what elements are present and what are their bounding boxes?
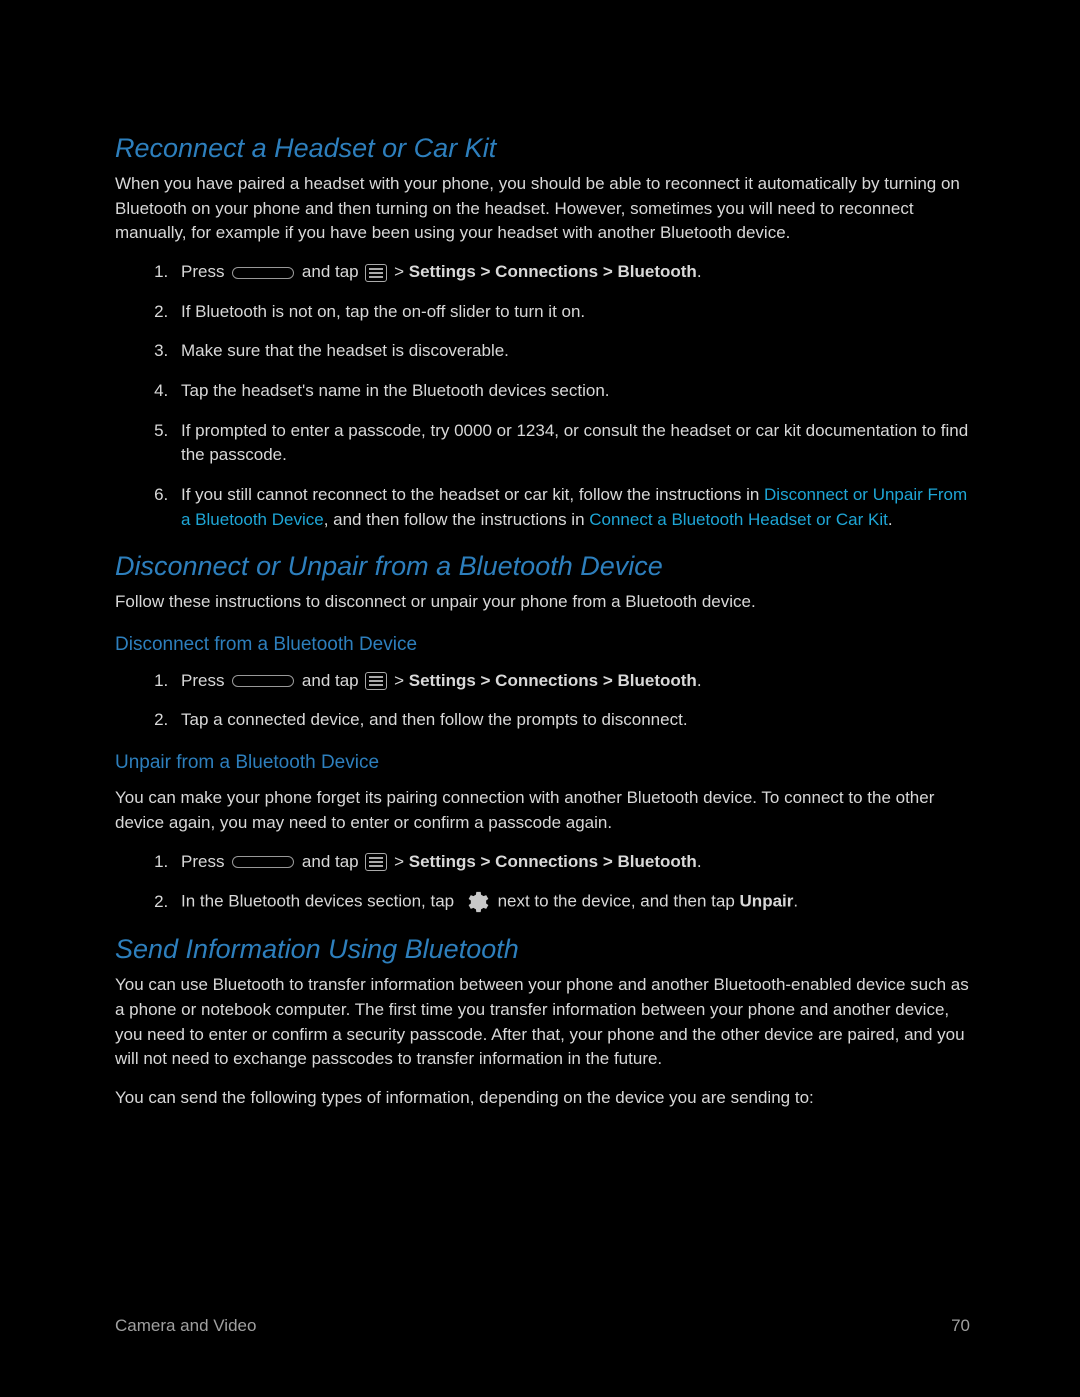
step-item: If Bluetooth is not on, tap the on-off s… (173, 300, 970, 325)
text: In the Bluetooth devices section, tap (181, 892, 459, 911)
text: . (697, 852, 702, 871)
heading-reconnect: Reconnect a Headset or Car Kit (115, 129, 970, 168)
text: . (888, 510, 893, 529)
step-item: In the Bluetooth devices section, tap ne… (173, 889, 970, 915)
footer-section-title: Camera and Video (115, 1314, 256, 1339)
heading-send-info: Send Information Using Bluetooth (115, 930, 970, 969)
reconnect-steps: Press and tap > Settings > Connections >… (115, 260, 970, 532)
nav-path: Settings > Connections > Bluetooth (409, 262, 697, 281)
disconnect-steps: Press and tap > Settings > Connections >… (115, 669, 970, 733)
text: . (793, 892, 798, 911)
unpair-label: Unpair (740, 892, 794, 911)
text: . (697, 671, 702, 690)
home-button-icon (232, 672, 294, 690)
step-item: Tap the headset's name in the Bluetooth … (173, 379, 970, 404)
menu-icon (365, 853, 387, 871)
text: , and then follow the instructions in (324, 510, 590, 529)
disconnect-intro: Follow these instructions to disconnect … (115, 590, 970, 615)
text: Press (181, 262, 229, 281)
text: and tap (297, 262, 363, 281)
subheading-disconnect: Disconnect from a Bluetooth Device (115, 631, 970, 659)
subheading-unpair: Unpair from a Bluetooth Device (115, 749, 970, 777)
nav-path: Settings > Connections > Bluetooth (409, 852, 697, 871)
home-button-icon (232, 264, 294, 282)
text: next to the device, and then tap (493, 892, 740, 911)
gear-icon (463, 889, 489, 915)
step-item: Press and tap > Settings > Connections >… (173, 669, 970, 694)
unpair-steps: Press and tap > Settings > Connections >… (115, 850, 970, 916)
text: . (697, 262, 702, 281)
text: and tap (297, 852, 363, 871)
text: > (389, 852, 408, 871)
heading-disconnect-unpair: Disconnect or Unpair from a Bluetooth De… (115, 547, 970, 586)
step-item: Make sure that the headset is discoverab… (173, 339, 970, 364)
step-item: If prompted to enter a passcode, try 000… (173, 419, 970, 468)
menu-icon (365, 264, 387, 282)
menu-icon (365, 672, 387, 690)
nav-path: Settings > Connections > Bluetooth (409, 671, 697, 690)
text: > (389, 262, 408, 281)
reconnect-intro: When you have paired a headset with your… (115, 172, 970, 246)
text: and tap (297, 671, 363, 690)
step-item: Tap a connected device, and then follow … (173, 708, 970, 733)
page-footer: Camera and Video 70 (115, 1314, 970, 1339)
page-number: 70 (951, 1314, 970, 1339)
text: > (389, 671, 408, 690)
step-item: If you still cannot reconnect to the hea… (173, 483, 970, 532)
send-info-para2: You can send the following types of info… (115, 1086, 970, 1111)
link-connect-headset[interactable]: Connect a Bluetooth Headset or Car Kit (589, 510, 888, 529)
step-item: Press and tap > Settings > Connections >… (173, 260, 970, 285)
home-button-icon (232, 853, 294, 871)
step-item: Press and tap > Settings > Connections >… (173, 850, 970, 875)
text: If you still cannot reconnect to the hea… (181, 485, 764, 504)
send-info-para1: You can use Bluetooth to transfer inform… (115, 973, 970, 1072)
unpair-intro: You can make your phone forget its pairi… (115, 786, 970, 835)
text: Press (181, 671, 229, 690)
text: Press (181, 852, 229, 871)
